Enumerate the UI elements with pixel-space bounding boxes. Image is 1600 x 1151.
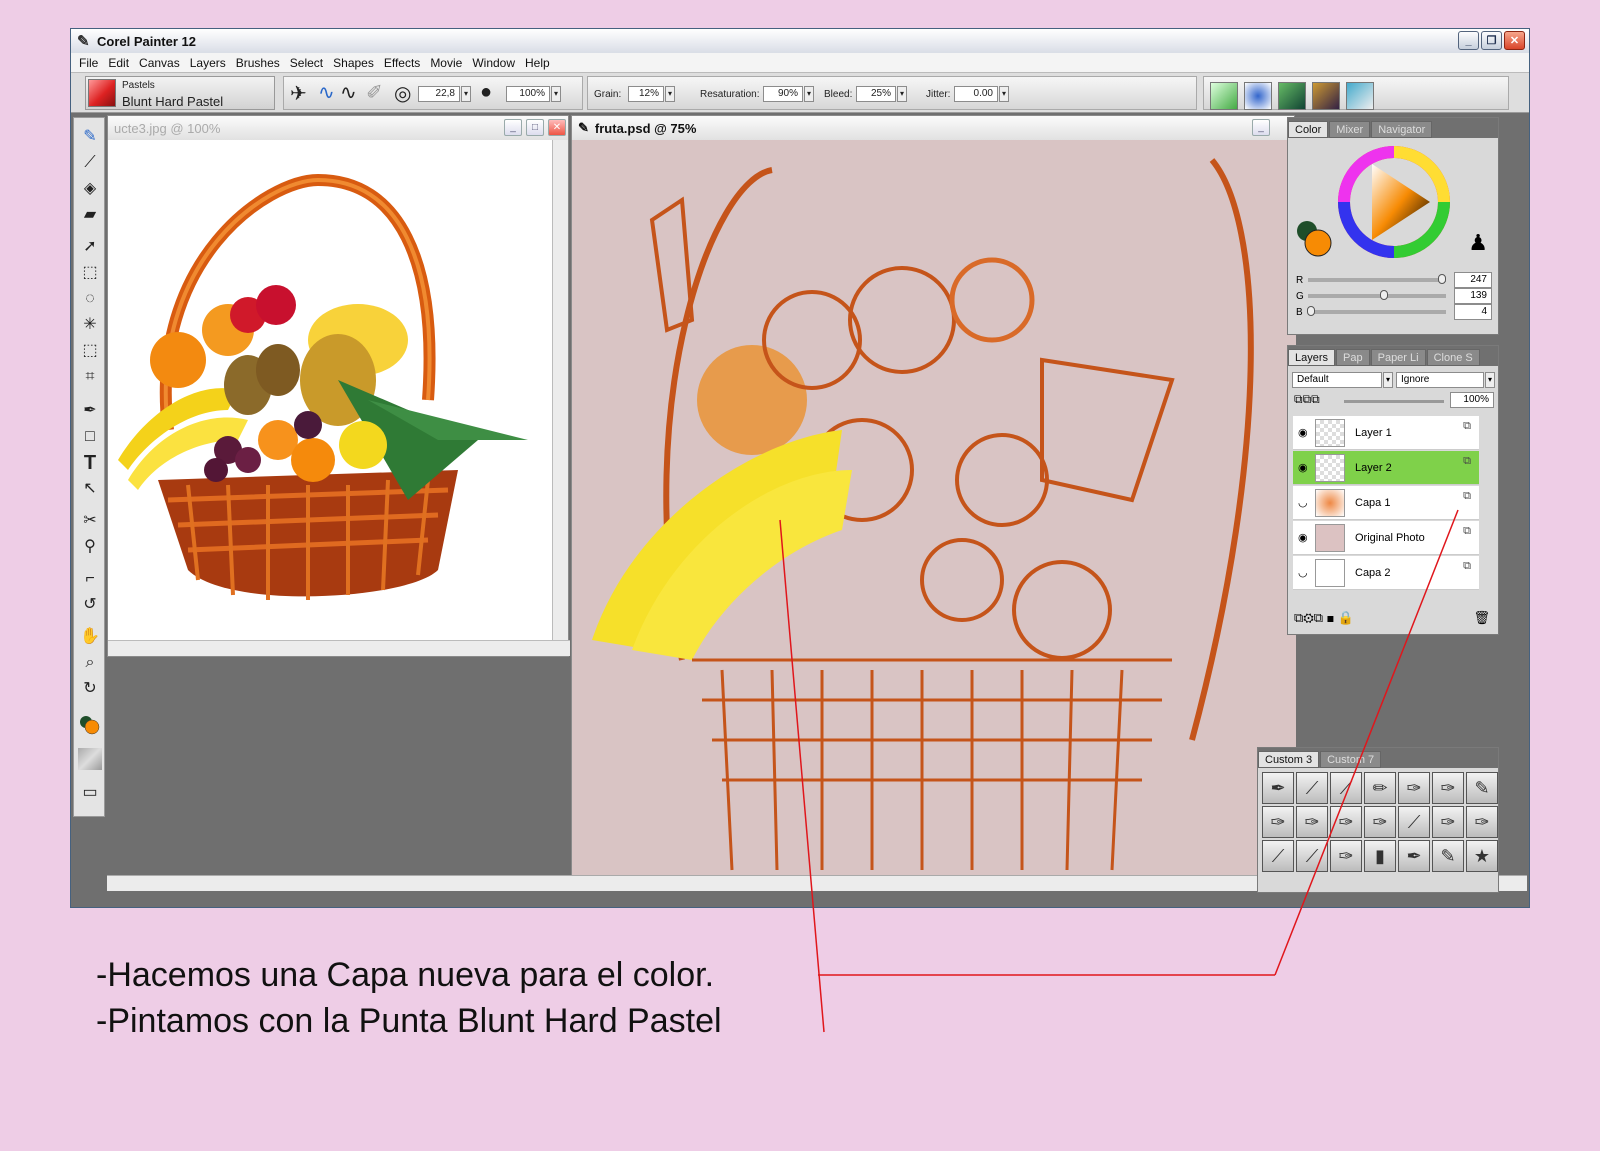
caption-line-2: -Pintamos con la Punta Blunt Hard Pastel xyxy=(96,1002,722,1040)
caption-line-1: -Hacemos una Capa nueva para el color. xyxy=(96,956,715,994)
